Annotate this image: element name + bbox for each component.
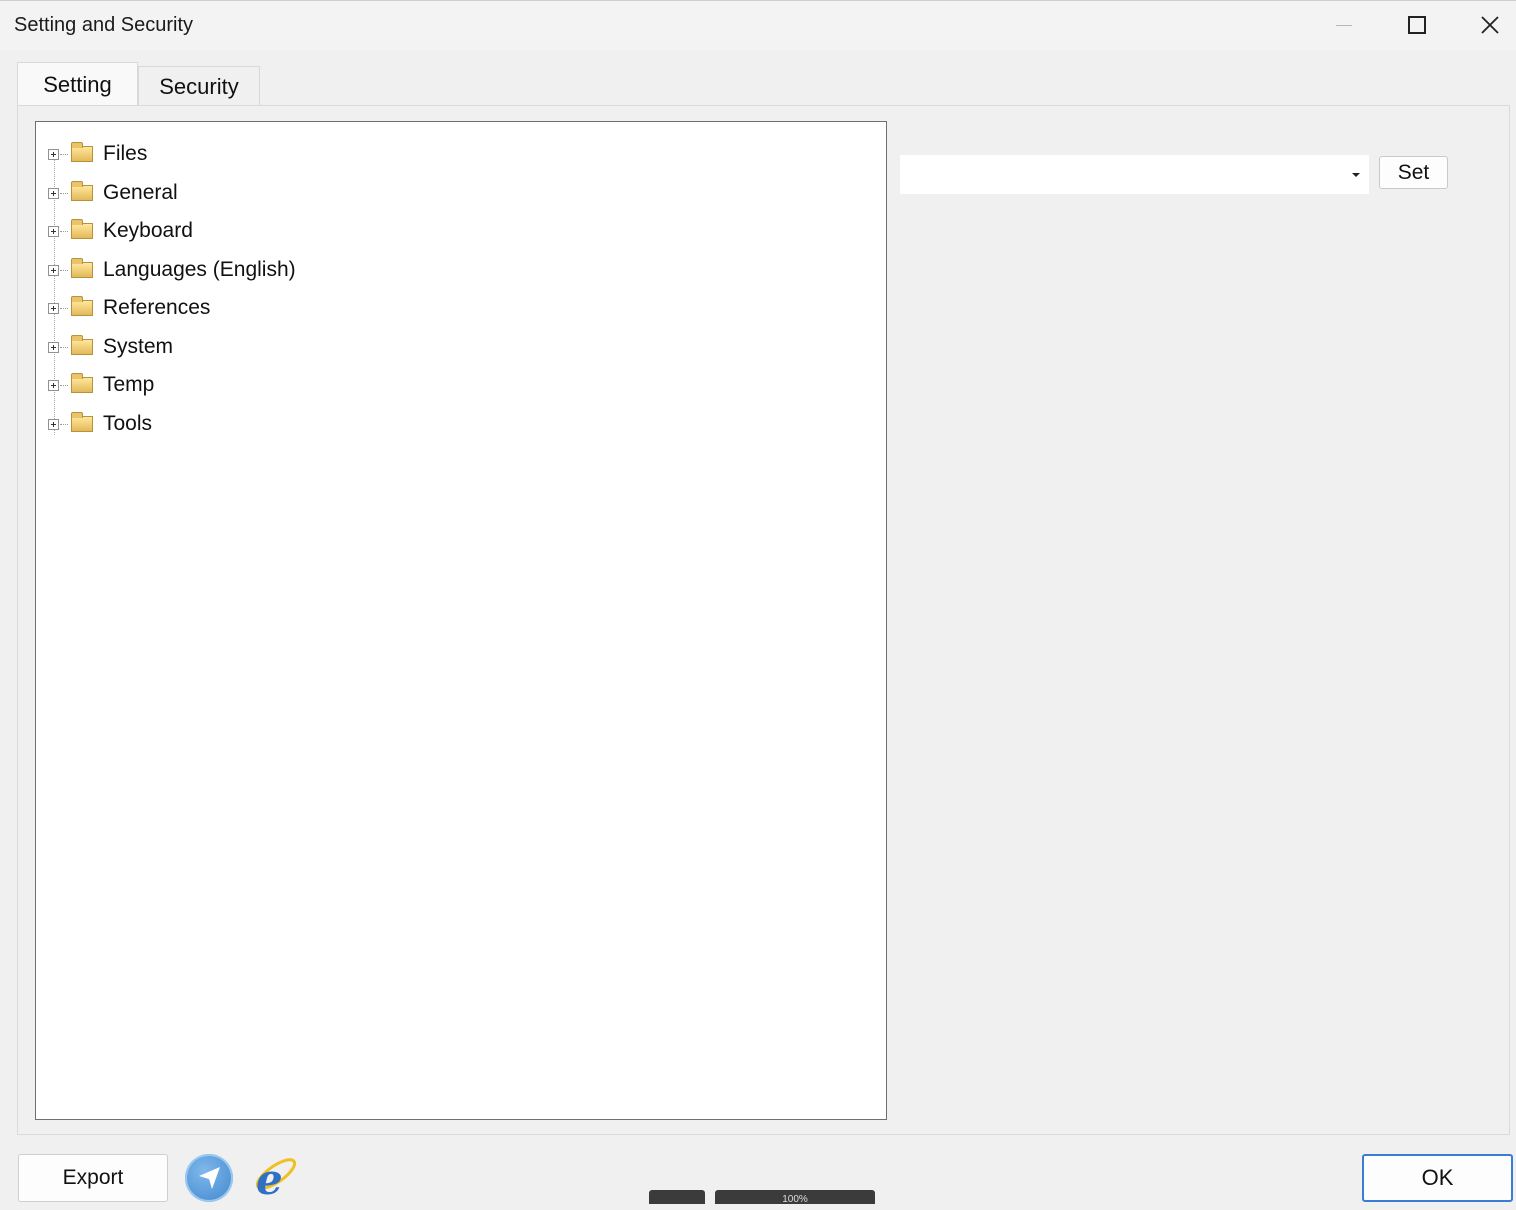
- svg-text:e: e: [256, 1155, 283, 1202]
- tab-setting[interactable]: Setting: [17, 62, 138, 106]
- tree-item-label: Keyboard: [103, 219, 193, 242]
- minimize-icon: [1336, 24, 1352, 26]
- nav-arrows[interactable]: [649, 1190, 705, 1204]
- set-button[interactable]: Set: [1379, 156, 1448, 189]
- export-button[interactable]: Export: [18, 1154, 168, 1202]
- zoom-level: 100%: [782, 1194, 808, 1205]
- expand-icon[interactable]: [48, 418, 59, 430]
- dropdown-button[interactable]: [1343, 155, 1369, 194]
- minimize-button[interactable]: [1308, 1, 1380, 49]
- tree-item-files[interactable]: Files: [48, 139, 147, 169]
- tree-item-label: References: [103, 296, 211, 319]
- folder-icon: [71, 335, 93, 355]
- settings-tree[interactable]: Files General Keyboard Languages (Englis…: [35, 121, 887, 1120]
- tree-item-label: System: [103, 335, 174, 358]
- expand-icon[interactable]: [48, 302, 59, 314]
- expand-icon[interactable]: [48, 379, 59, 391]
- tree-item-label: Files: [103, 142, 148, 165]
- zoom-toolbar: 100%: [649, 1190, 875, 1205]
- title-bar: Setting and Security: [0, 0, 1516, 51]
- folder-icon: [71, 219, 93, 239]
- window-title: Setting and Security: [14, 14, 193, 36]
- zoom-control[interactable]: 100%: [715, 1190, 875, 1205]
- tab-security[interactable]: Security: [138, 66, 260, 106]
- tree-item-label: Temp: [103, 373, 155, 396]
- folder-icon: [71, 412, 93, 432]
- expand-icon[interactable]: [48, 341, 59, 353]
- close-icon: [1481, 16, 1499, 34]
- tree-item-languages[interactable]: Languages (English): [48, 255, 296, 285]
- folder-icon: [71, 258, 93, 278]
- expand-icon[interactable]: [48, 148, 59, 160]
- expand-icon[interactable]: [48, 264, 59, 276]
- send-icon[interactable]: [185, 1154, 233, 1202]
- close-button[interactable]: [1454, 1, 1516, 49]
- tree-item-label: Tools: [103, 412, 153, 435]
- tree-item-label: Languages (English): [103, 258, 296, 281]
- folder-icon: [71, 142, 93, 162]
- folder-icon: [71, 296, 93, 316]
- value-dropdown[interactable]: [900, 155, 1369, 194]
- tree-item-label: General: [103, 181, 178, 204]
- ok-button[interactable]: OK: [1362, 1154, 1513, 1202]
- maximize-icon: [1408, 16, 1426, 34]
- expand-icon[interactable]: [48, 225, 59, 237]
- tree-item-keyboard[interactable]: Keyboard: [48, 216, 193, 246]
- tree-item-tools[interactable]: Tools: [48, 409, 152, 439]
- folder-icon: [71, 373, 93, 393]
- tree-item-references[interactable]: References: [48, 293, 210, 323]
- chevron-down-icon: [1352, 172, 1360, 177]
- internet-explorer-icon[interactable]: e: [250, 1152, 300, 1204]
- paper-plane-icon: [199, 1167, 220, 1189]
- expand-icon[interactable]: [48, 187, 59, 199]
- folder-icon: [71, 181, 93, 201]
- tree-item-general[interactable]: General: [48, 178, 178, 208]
- maximize-button[interactable]: [1381, 1, 1453, 49]
- tree-item-temp[interactable]: Temp: [48, 370, 154, 400]
- tree-item-system[interactable]: System: [48, 332, 173, 362]
